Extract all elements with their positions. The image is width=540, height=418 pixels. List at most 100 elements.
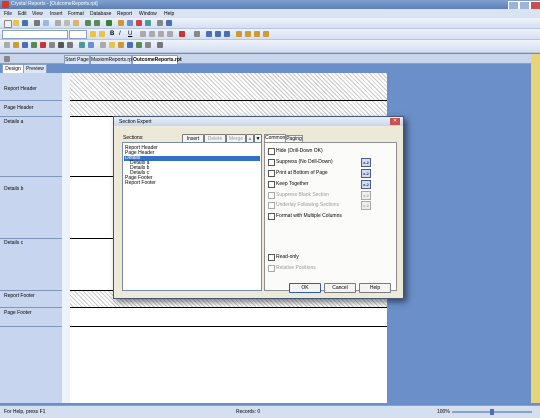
new-icon[interactable]	[4, 20, 12, 28]
font-color-icon[interactable]	[179, 31, 185, 37]
multiple-columns-checkbox[interactable]	[268, 213, 275, 220]
section-label-report-header[interactable]: Report Header	[4, 86, 37, 92]
relative-positions-checkbox[interactable]	[268, 265, 275, 272]
line-icon[interactable]	[58, 42, 64, 48]
group-icon[interactable]	[13, 42, 19, 48]
suppress-checkbox[interactable]	[268, 159, 275, 166]
section-expert-icon[interactable]	[100, 42, 106, 48]
suppress-blank-formula-button[interactable]: x-2	[361, 191, 371, 200]
menu-view[interactable]: View	[32, 11, 43, 17]
underlay-checkbox[interactable]	[268, 202, 275, 209]
underlay-formula-button[interactable]: x-2	[361, 201, 371, 210]
status-help-text: For Help, press F1	[4, 409, 46, 415]
repository-explorer-icon[interactable]	[136, 20, 142, 26]
insert-toolbar	[0, 40, 540, 53]
bold-icon[interactable]: B	[110, 31, 116, 37]
align-right-icon[interactable]	[158, 31, 164, 37]
menu-edit[interactable]: Edit	[18, 11, 27, 17]
thousands-icon[interactable]	[245, 31, 251, 37]
map-icon[interactable]	[88, 42, 94, 48]
menu-format[interactable]: Format	[68, 11, 84, 17]
list-item[interactable]: Report Footer	[125, 181, 156, 186]
zoom-slider-thumb[interactable]	[490, 409, 494, 415]
text-object-icon[interactable]	[4, 42, 10, 48]
tab-maxiom-reports[interactable]: MaxiomReports.rpt	[90, 55, 133, 64]
lock-format-icon[interactable]	[215, 31, 221, 37]
report-explorer-icon[interactable]	[127, 20, 133, 26]
picture-icon[interactable]	[49, 42, 55, 48]
select-expert-icon[interactable]	[118, 42, 124, 48]
sections-list[interactable]: Report Header Page Header Details Detail…	[122, 142, 262, 291]
section-label-page-footer[interactable]: Page Footer	[4, 310, 32, 316]
refresh-icon[interactable]	[106, 20, 112, 26]
dialog-close-button[interactable]: ✕	[390, 118, 400, 125]
read-only-checkbox[interactable]	[268, 254, 275, 261]
ok-button[interactable]: OK	[289, 283, 321, 293]
zoom-icon[interactable]	[157, 20, 163, 26]
chart-icon[interactable]	[40, 42, 46, 48]
menu-insert[interactable]: Insert	[50, 11, 63, 17]
open-icon[interactable]	[13, 20, 19, 26]
increase-font-icon[interactable]	[90, 31, 96, 37]
tab-outcome-reports[interactable]: OutcomeReports.rpt	[132, 55, 182, 64]
field-explorer-icon[interactable]	[118, 20, 124, 26]
cross-tab-icon[interactable]	[31, 42, 37, 48]
menu-help[interactable]: Help	[164, 11, 174, 17]
keep-together-formula-button[interactable]: x-2	[361, 180, 371, 189]
section-label-details-a[interactable]: Details a	[4, 119, 23, 125]
underline-icon[interactable]: U	[128, 31, 134, 37]
copy-icon[interactable]	[64, 20, 70, 26]
subreport-icon[interactable]	[79, 42, 85, 48]
section-label-page-header[interactable]: Page Header	[4, 105, 33, 111]
cancel-button[interactable]: Cancel	[324, 283, 356, 293]
formatting-toolbar: B I U	[0, 29, 540, 40]
section-label-details-c[interactable]: Details c	[4, 240, 23, 246]
tab-start-page[interactable]: Start Page	[64, 55, 90, 64]
decrease-font-icon[interactable]	[99, 31, 105, 37]
redo-icon[interactable]	[94, 20, 100, 26]
keep-together-checkbox[interactable]	[268, 181, 275, 188]
summary-icon[interactable]	[22, 42, 28, 48]
paste-icon[interactable]	[73, 20, 79, 26]
formula-workshop-icon[interactable]	[109, 42, 115, 48]
menu-report[interactable]: Report	[117, 11, 132, 17]
suppress-icon[interactable]	[206, 31, 212, 37]
print-icon[interactable]	[34, 20, 40, 26]
print-preview-icon[interactable]	[43, 20, 49, 26]
suppress-formula-button[interactable]: x-2	[361, 158, 371, 167]
print-bottom-checkbox[interactable]	[268, 170, 275, 177]
italic-icon[interactable]: I	[119, 31, 125, 37]
font-size-dropdown[interactable]	[69, 30, 87, 39]
dependency-checker-icon[interactable]	[145, 20, 151, 26]
database-expert-icon[interactable]	[157, 42, 163, 48]
align-left-icon[interactable]	[140, 31, 146, 37]
section-label-report-footer[interactable]: Report Footer	[4, 293, 35, 299]
help-button[interactable]: Help	[359, 283, 391, 293]
menu-file[interactable]: File	[4, 11, 12, 17]
help-icon[interactable]	[166, 20, 172, 26]
menu-database[interactable]: Database	[90, 11, 111, 17]
section-label-details-b[interactable]: Details b	[4, 186, 23, 192]
menu-window[interactable]: Window	[139, 11, 157, 17]
font-dropdown[interactable]	[2, 30, 68, 39]
print-bottom-formula-button[interactable]: x-2	[361, 169, 371, 178]
lock-size-icon[interactable]	[224, 31, 230, 37]
border-icon[interactable]	[194, 31, 200, 37]
suppress-blank-checkbox[interactable]	[268, 192, 275, 199]
box-icon[interactable]	[67, 42, 73, 48]
sort-expert-icon[interactable]	[127, 42, 133, 48]
cut-icon[interactable]	[55, 20, 61, 26]
hide-checkbox[interactable]	[268, 148, 275, 155]
decimal-icon[interactable]	[263, 31, 269, 37]
template-expert-icon[interactable]	[136, 42, 142, 48]
side-panel-strip[interactable]	[531, 54, 540, 403]
percent-icon[interactable]	[254, 31, 260, 37]
document-tabs: Start Page MaxiomReports.rpt OutcomeRepo…	[0, 54, 540, 64]
highlighting-expert-icon[interactable]	[145, 42, 151, 48]
close-document-icon[interactable]	[4, 56, 10, 62]
justify-icon[interactable]	[167, 31, 173, 37]
currency-icon[interactable]	[236, 31, 242, 37]
align-center-icon[interactable]	[149, 31, 155, 37]
save-icon[interactable]	[22, 20, 28, 26]
undo-icon[interactable]	[85, 20, 91, 26]
